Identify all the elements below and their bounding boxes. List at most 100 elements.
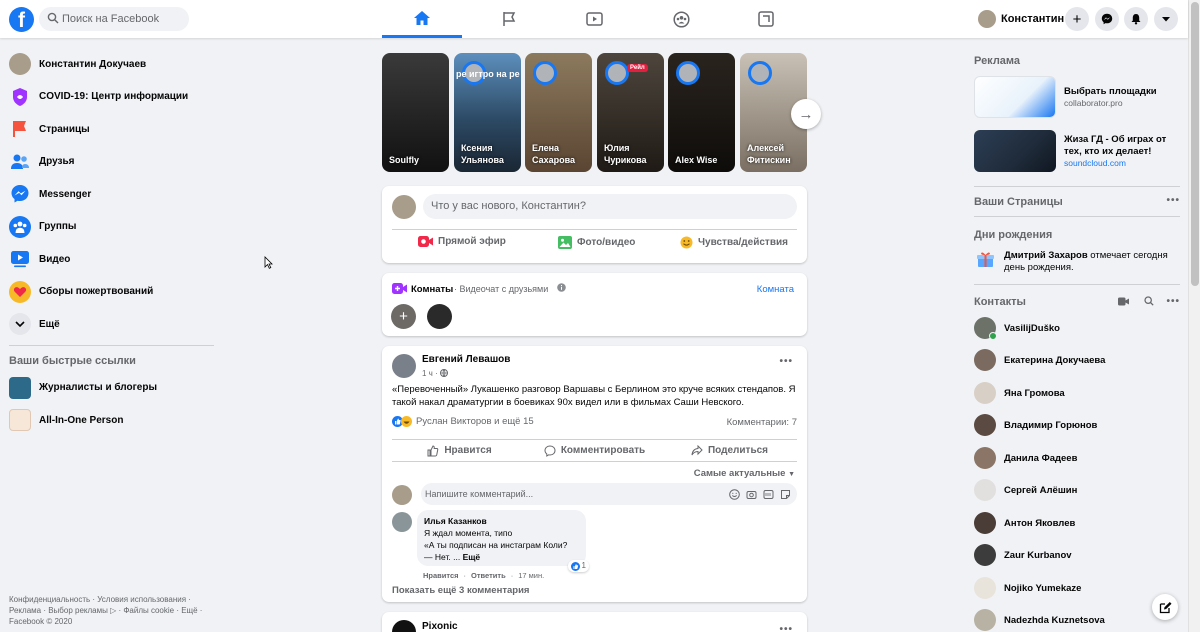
thumbs-up-icon [427, 444, 439, 456]
photo-icon [558, 236, 572, 249]
gif-icon[interactable] [763, 489, 774, 500]
tab-groups[interactable] [641, 0, 721, 38]
sidebar-item-pages[interactable]: Страницы [0, 113, 220, 146]
story-avatar [748, 61, 772, 85]
contact-item[interactable]: Nadezhda Kuznetsova [974, 609, 1105, 631]
create-button[interactable]: + [1065, 7, 1089, 31]
comment-author[interactable]: Илья Казанков [424, 515, 579, 527]
sidebar-item-fundraisers[interactable]: Сборы пожертвований [0, 276, 220, 309]
online-status-dot [989, 332, 997, 340]
contact-item[interactable]: VasilijDuško [974, 317, 1060, 340]
story-card[interactable]: ре игтро на ре Ксения Ульянова [454, 53, 521, 172]
tab-gaming[interactable] [726, 0, 806, 38]
post-author-avatar[interactable] [392, 620, 416, 632]
search-box[interactable]: Поиск на Facebook [39, 7, 189, 31]
profile-chip[interactable]: Константин [978, 8, 1064, 30]
sidebar-item-covid[interactable]: COVID-19: Центр информации [0, 81, 220, 114]
room-avatar[interactable] [427, 304, 452, 329]
comment-reply-link[interactable]: Ответить [471, 571, 506, 580]
stories-next-button[interactable]: → [791, 99, 821, 129]
shortcut-item[interactable]: Журналисты и блогеры [0, 372, 220, 405]
post-author-name[interactable]: Pixonic [422, 621, 458, 632]
comment-button[interactable]: Комментировать [527, 440, 662, 461]
post-options-button[interactable]: ••• [779, 356, 793, 367]
footer-line[interactable]: Конфиденциальность · Условия использован… [9, 594, 214, 605]
tab-pages[interactable] [469, 0, 549, 38]
contact-item[interactable]: Антон Яковлев [974, 512, 1075, 534]
tab-watch[interactable] [554, 0, 634, 38]
messenger-button[interactable] [1095, 7, 1119, 31]
contact-item[interactable]: Владимир Горюнов [974, 414, 1097, 436]
story-card[interactable]: Alex Wise [668, 53, 735, 172]
pages-options-button[interactable]: ••• [1166, 195, 1180, 206]
create-room-link[interactable]: Комната [757, 284, 794, 295]
search-input[interactable]: Поиск на Facebook [62, 13, 159, 25]
info-icon[interactable] [557, 283, 566, 292]
contact-item[interactable]: Сергей Алёшин [974, 479, 1077, 501]
emoji-icon[interactable] [729, 488, 740, 500]
comment-line: — Нет. ... [424, 552, 461, 562]
notifications-button[interactable] [1124, 7, 1148, 31]
feeling-activity-button[interactable]: Чувства/действия [680, 236, 788, 249]
sidebar-item-messenger[interactable]: Messenger [0, 178, 220, 211]
live-video-button[interactable]: Прямой эфир [418, 236, 506, 247]
sponsored-ad[interactable]: Жиза ГД - Об играх от тех, кто их делает… [974, 130, 1182, 172]
story-card[interactable]: Елена Сахарова [525, 53, 592, 172]
sidebar-item-label: Страницы [39, 123, 90, 135]
scrollbar-thumb[interactable] [1191, 2, 1199, 286]
comment-like-link[interactable]: Нравится [423, 571, 459, 580]
post-reactions[interactable]: Руслан Викторов и ещё 15 [392, 416, 534, 427]
contact-item[interactable]: Екатерина Докучаева [974, 349, 1105, 371]
sidebar-item-more[interactable]: Ещё [0, 308, 220, 341]
comment-see-more[interactable]: Ещё [463, 552, 481, 562]
sponsored-ad[interactable]: Выбрать площадки collaborator.pro [974, 76, 1157, 118]
account-menu-button[interactable] [1154, 7, 1178, 31]
contacts-options-button[interactable]: ••• [1166, 296, 1180, 307]
facebook-logo[interactable]: f [9, 7, 34, 32]
footer-links[interactable]: Конфиденциальность · Условия использован… [9, 594, 214, 627]
groups-icon [672, 10, 690, 28]
ads-title: Реклама [974, 55, 1021, 67]
birthday-notice[interactable]: Дмитрий Захаров отмечает сегодня день ро… [1004, 250, 1180, 274]
messenger-icon [1101, 13, 1113, 25]
flag-icon [503, 12, 516, 26]
share-button[interactable]: Поделиться [662, 440, 797, 461]
contact-item[interactable]: Яна Громова [974, 382, 1065, 404]
contact-item[interactable]: Данила Фадеев [974, 447, 1077, 469]
story-card[interactable]: Рейл Юлия Чурикова [597, 53, 664, 172]
comment-author-avatar[interactable] [392, 512, 412, 532]
post-options-button[interactable]: ••• [779, 624, 793, 632]
new-message-button[interactable] [1152, 594, 1178, 620]
camera-icon[interactable] [746, 489, 757, 500]
sidebar-item-video[interactable]: Видео [0, 243, 220, 276]
create-room-button[interactable]: + [391, 304, 416, 329]
comment-input[interactable]: Напишите комментарий... [421, 483, 797, 505]
story-card[interactable]: Soulfly [382, 53, 449, 172]
footer-line[interactable]: Реклама · Выбор рекламы ▷ · Файлы cookie… [9, 605, 214, 616]
composer-input[interactable]: Что у вас нового, Константин? [423, 194, 797, 219]
post-author-avatar[interactable] [392, 354, 416, 378]
comment-likes[interactable]: 1 [567, 560, 589, 572]
video-call-icon[interactable] [1118, 297, 1129, 306]
contacts-title: Контакты [974, 296, 1026, 308]
contact-name: Nadezhda Kuznetsova [1004, 614, 1105, 626]
post-timestamp[interactable]: 1 ч · [422, 369, 438, 378]
like-button[interactable]: Нравится [392, 440, 527, 461]
contact-item[interactable]: Nojiko Yumekaze [974, 577, 1081, 599]
contact-item[interactable]: Zaur Kurbanov [974, 544, 1072, 566]
show-more-comments[interactable]: Показать ещё 3 комментария [392, 585, 529, 596]
page-scrollbar[interactable] [1188, 0, 1200, 632]
comments-count[interactable]: Комментарии: 7 [727, 417, 797, 428]
tab-home[interactable] [382, 0, 462, 38]
sidebar-item-groups[interactable]: Группы [0, 211, 220, 244]
shortcut-item[interactable]: All-In-One Person [0, 404, 220, 437]
search-icon[interactable] [1144, 296, 1154, 306]
sidebar-item-friends[interactable]: Друзья [0, 146, 220, 179]
sidebar-item-profile[interactable]: Константин Докучаев [0, 48, 220, 81]
sticker-icon[interactable] [780, 489, 791, 500]
comment-sort-dropdown[interactable]: Самые актуальные ▼ [694, 468, 795, 479]
photo-video-button[interactable]: Фото/видео [558, 236, 635, 249]
share-icon [691, 444, 703, 455]
post-author-name[interactable]: Евгений Левашов [422, 354, 510, 365]
comment-time[interactable]: 17 мин. [518, 571, 544, 580]
